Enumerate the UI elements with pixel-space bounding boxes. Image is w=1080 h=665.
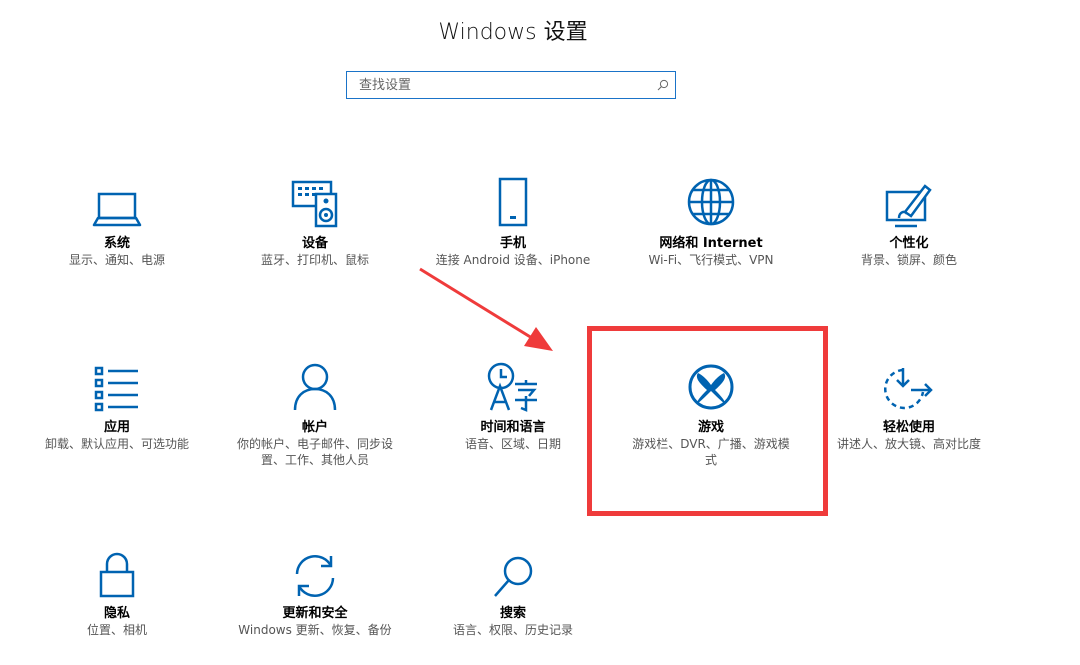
tile-name: 手机 [499, 236, 526, 251]
tile-apps[interactable]: 应用 卸载、默认应用、可选功能 [32, 354, 202, 452]
tile-desc: 卸载、默认应用、可选功能 [44, 437, 189, 451]
tile-devices[interactable]: 设备 蓝牙、打印机、鼠标 [230, 170, 400, 268]
tile-name: 时间和语言 [480, 420, 546, 435]
tile-desc: 游戏栏、DVR、广播、游戏模式 [632, 437, 790, 467]
tile-desc: 你的帐户、电子邮件、同步设置、工作、其他人员 [236, 437, 393, 467]
page-title: Windows 设置 [438, 20, 588, 45]
search-icon [428, 546, 598, 600]
tile-time-language[interactable]: 时间和语言 语音、区域、日期 [428, 354, 598, 452]
search-box[interactable] [346, 71, 676, 99]
tile-name: 轻松使用 [882, 420, 935, 435]
person-icon [230, 354, 400, 412]
tile-name: 隐私 [103, 606, 130, 621]
tile-desc: 背景、锁屏、颜色 [860, 253, 957, 267]
tile-name: 搜索 [499, 606, 526, 621]
tile-desc: 讲述人、放大镜、高对比度 [836, 437, 981, 451]
tile-desc: 位置、相机 [86, 623, 147, 637]
tile-desc: Windows 更新、恢复、备份 [238, 623, 392, 637]
tile-privacy[interactable]: 隐私 位置、相机 [32, 546, 202, 638]
tile-desc: 语言、权限、历史记录 [452, 623, 573, 637]
tile-name: 设备 [301, 236, 328, 251]
tile-gaming[interactable]: 游戏 游戏栏、DVR、广播、游戏模式 [626, 354, 796, 468]
tile-name: 应用 [103, 420, 130, 435]
time-language-icon [428, 354, 598, 412]
laptop-icon [32, 170, 202, 228]
tile-network[interactable]: 网络和 Internet Wi-Fi、飞行模式、VPN [626, 170, 796, 268]
tile-name: 个性化 [889, 236, 929, 251]
tile-name: 游戏 [697, 420, 724, 435]
phone-icon [428, 170, 598, 228]
sync-icon [230, 546, 400, 600]
search-icon[interactable] [651, 72, 675, 98]
xbox-icon [626, 354, 796, 412]
lock-icon [32, 546, 202, 600]
globe-icon [626, 170, 796, 228]
tile-name: 系统 [103, 236, 130, 251]
search-input[interactable] [347, 72, 651, 98]
tile-system[interactable]: 系统 显示、通知、电源 [32, 170, 202, 268]
tile-name: 网络和 Internet [659, 236, 763, 251]
tile-desc: 显示、通知、电源 [68, 253, 165, 267]
tile-update-security[interactable]: 更新和安全 Windows 更新、恢复、备份 [230, 546, 400, 638]
tile-desc: 连接 Android 设备、iPhone [435, 253, 591, 267]
tile-desc: 蓝牙、打印机、鼠标 [260, 253, 369, 267]
tile-phone[interactable]: 手机 连接 Android 设备、iPhone [428, 170, 598, 268]
tile-search[interactable]: 搜索 语言、权限、历史记录 [428, 546, 598, 638]
tile-ease-of-access[interactable]: 轻松使用 讲述人、放大镜、高对比度 [824, 354, 994, 452]
tile-name: 更新和安全 [282, 606, 348, 621]
tile-accounts[interactable]: 帐户 你的帐户、电子邮件、同步设置、工作、其他人员 [230, 354, 400, 468]
tile-personalization[interactable]: 个性化 背景、锁屏、颜色 [824, 170, 994, 268]
ease-of-access-icon [824, 354, 994, 412]
keyboard-speaker-icon [230, 170, 400, 228]
tile-desc: Wi-Fi、飞行模式、VPN [648, 253, 774, 267]
tile-name: 帐户 [301, 420, 328, 435]
tile-desc: 语音、区域、日期 [464, 437, 561, 451]
paint-icon [824, 170, 994, 228]
list-icon [32, 354, 202, 412]
